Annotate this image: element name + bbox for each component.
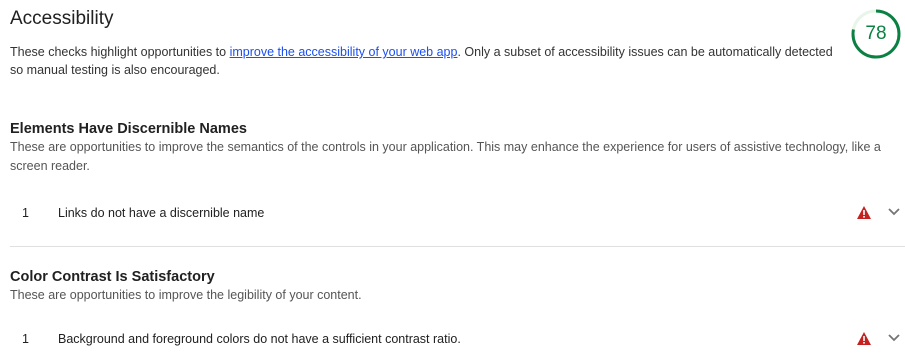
section-divider [10,246,905,247]
accessibility-report: Accessibility These checks highlight opp… [0,0,905,354]
audit-group-color-contrast: Color Contrast Is Satisfactory These are… [10,268,905,305]
audit-group-discernible-names: Elements Have Discernible Names These ar… [10,120,905,176]
audit-index: 1 [22,206,29,220]
accessibility-doc-link[interactable]: improve the accessibility of your web ap… [230,45,458,59]
chevron-down-icon[interactable] [888,334,900,342]
audit-label: Background and foreground colors do not … [58,332,461,346]
score-gauge: 78 [850,8,902,60]
score-value: 78 [865,23,887,44]
category-title: Accessibility [10,8,114,29]
section-description: These are opportunities to improve the s… [10,140,881,173]
section-title: Elements Have Discernible Names [10,121,247,137]
audit-row-link-name[interactable]: 1 Links do not have a discernible name [10,198,905,228]
description-text-before: These checks highlight opportunities to [10,45,230,59]
warning-triangle-icon [857,206,871,219]
section-title: Color Contrast Is Satisfactory [10,269,215,285]
category-description: These checks highlight opportunities to … [10,43,840,79]
audit-row-color-contrast[interactable]: 1 Background and foreground colors do no… [10,324,905,354]
audit-label: Links do not have a discernible name [58,206,265,220]
warning-triangle-icon [857,332,871,345]
audit-index: 1 [22,332,29,346]
chevron-down-icon[interactable] [888,208,900,216]
section-description: These are opportunities to improve the l… [10,288,362,302]
category-header: Accessibility These checks highlight opp… [10,6,840,79]
